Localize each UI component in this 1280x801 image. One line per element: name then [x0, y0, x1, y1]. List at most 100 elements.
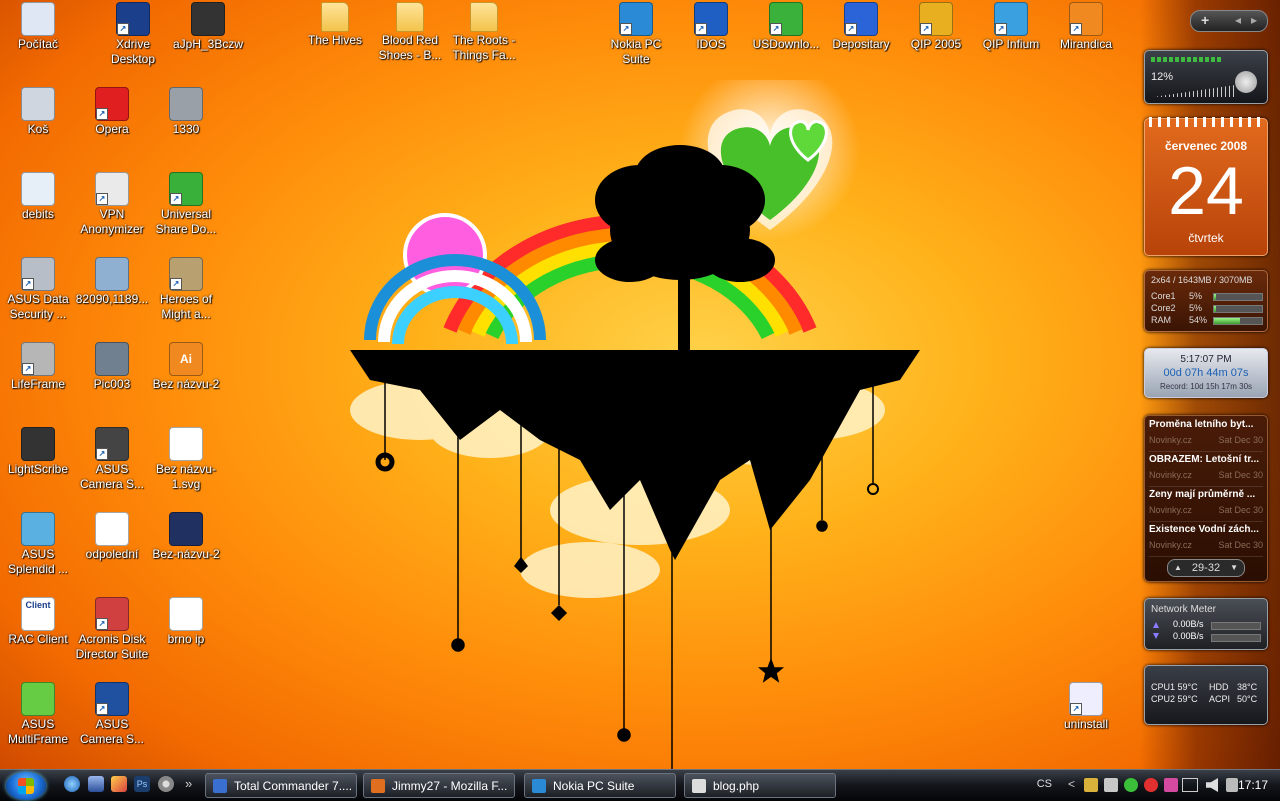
desktop-icon[interactable]: Blood Red Shoes - B...: [372, 2, 448, 63]
desktop-icon-image: ↗: [169, 257, 203, 291]
next-gadget-button[interactable]: ▸: [1251, 13, 1257, 27]
desktop-icon-label: Koš: [27, 122, 49, 136]
desktop-icon[interactable]: 1330: [148, 87, 224, 137]
tray-app-icon-3[interactable]: [1124, 778, 1138, 792]
taskbar-button[interactable]: Jimmy27 - Mozilla F...: [363, 773, 515, 798]
cpu-meter-gadget[interactable]: 2x64 / 1643MB / 3070MB Core1 5% Core2 5% RAM…: [1144, 270, 1268, 332]
desktop-icon[interactable]: 82090,1189...: [74, 257, 150, 307]
shortcut-arrow-icon: ↗: [695, 23, 707, 35]
desktop-icon[interactable]: ASUS Splendid ...: [0, 512, 76, 577]
desktop-icon-image: ↗: [95, 682, 129, 716]
language-indicator[interactable]: CS: [1037, 778, 1052, 790]
desktop-icon[interactable]: ↗ Opera: [74, 87, 150, 137]
calendar-month: červenec 2008: [1164, 139, 1248, 153]
desktop-icon[interactable]: Počítač: [0, 2, 76, 52]
add-gadget-button[interactable]: +: [1201, 12, 1209, 28]
prev-gadget-button[interactable]: ◂: [1235, 13, 1241, 27]
news-item[interactable]: Existence Vodní zách... Novinky.cz Sat Dec…: [1149, 524, 1263, 557]
tray-app-icon-4[interactable]: [1144, 778, 1158, 792]
tray-app-icon-1[interactable]: [1084, 778, 1098, 792]
clock[interactable]: 17:17: [1238, 778, 1268, 792]
desktop-icon-image: [191, 2, 225, 36]
desktop-icon[interactable]: Bez názvu-1.svg: [148, 427, 224, 492]
news-down-button[interactable]: ▼: [1230, 560, 1238, 576]
desktop-icon[interactable]: ↗ Universal Share Do...: [148, 172, 224, 237]
desktop-icon-image: ↗: [95, 172, 129, 206]
desktop-icon[interactable]: aJpH_3Bczw: [170, 2, 246, 52]
gear-quicklaunch-icon[interactable]: [158, 776, 174, 792]
desktop-icon[interactable]: ↗ QIP 2005: [898, 2, 974, 52]
desktop-icon-label: Bez názvu-2: [152, 377, 220, 391]
desktop-icon[interactable]: ↗ Acronis Disk Director Suite: [74, 597, 150, 662]
start-button[interactable]: [6, 772, 46, 800]
upload-bar: [1211, 622, 1261, 630]
uptime-gadget[interactable]: 5:17:07 PM 00d 07h 44m 07s Record: 10d 1…: [1144, 348, 1268, 398]
desktop-icon-label: Počítač: [17, 37, 59, 51]
desktop-icon[interactable]: Pic003: [74, 342, 150, 392]
desktop-icon[interactable]: Ai Bez názvu-2: [148, 342, 224, 392]
cpu-meter-label: RAM: [1151, 315, 1171, 325]
safely-remove-tray-icon[interactable]: [1226, 778, 1238, 792]
news-item[interactable]: OBRAZEM: Letošní tr... Novinky.cz Sat Dec …: [1149, 454, 1263, 487]
news-feed-gadget[interactable]: Proměna letního byt... Novinky.cz Sat Dec …: [1144, 415, 1268, 582]
taskbar-button[interactable]: Total Commander 7....: [205, 773, 357, 798]
desktop-icon[interactable]: ↗ uninstall: [1048, 682, 1124, 732]
desktop-icon[interactable]: ↗ QIP Infium: [973, 2, 1049, 52]
firefox-quicklaunch-icon[interactable]: [64, 776, 80, 792]
taskbar-button[interactable]: blog.php: [684, 773, 836, 798]
desktop-icon[interactable]: ↗ ASUS Camera S...: [74, 427, 150, 492]
network-meter-gadget[interactable]: Network Meter 0.00B/s 0.00B/s: [1144, 598, 1268, 650]
taskbar-button[interactable]: Nokia PC Suite: [524, 773, 676, 798]
desktop-icon-image: ↗: [844, 2, 878, 36]
desktop-icon-label: IDOS: [696, 37, 726, 51]
network-tray-icon[interactable]: [1182, 778, 1198, 792]
desktop-icon[interactable]: ↗ ASUS Camera S...: [74, 682, 150, 747]
desktop-icon[interactable]: Bez-názvu-2: [148, 512, 224, 562]
desktop-icon[interactable]: ↗ Mirandica: [1048, 2, 1124, 52]
volume-tray-icon[interactable]: [1206, 778, 1218, 792]
news-item-title: Proměna letního byt...: [1149, 419, 1254, 430]
photo-quicklaunch-icon[interactable]: [111, 776, 127, 792]
desktop-icon-label: 1330: [172, 122, 200, 136]
save-quicklaunch-icon[interactable]: [88, 776, 104, 792]
volume-led-row: [1151, 57, 1221, 62]
desktop-icon[interactable]: odpolední: [74, 512, 150, 562]
tray-app-icon-5[interactable]: [1164, 778, 1178, 792]
desktop-icon[interactable]: ↗ ASUS Data Security ...: [0, 257, 76, 322]
desktop-icon[interactable]: brno ip: [148, 597, 224, 647]
desktop-icon-label: Pic003: [93, 377, 131, 391]
desktop-icon[interactable]: Koš: [0, 87, 76, 137]
news-up-button[interactable]: ▲: [1174, 560, 1182, 576]
news-item[interactable]: Proměna letního byt... Novinky.cz Sat Dec …: [1149, 419, 1263, 452]
desktop-icon-image: ↗: [95, 87, 129, 121]
desktop-icon[interactable]: ↗ Nokia PC Suite: [598, 2, 674, 67]
desktop-icon[interactable]: ↗ VPN Anonymizer: [74, 172, 150, 237]
desktop-icon[interactable]: The Roots - Things Fa...: [446, 2, 522, 63]
desktop-icon-image: ↗: [919, 2, 953, 36]
desktop-icon[interactable]: debits: [0, 172, 76, 222]
shortcut-arrow-icon: ↗: [96, 108, 108, 120]
news-item[interactable]: Ženy mají průměrně ... Novinky.cz Sat Dec …: [1149, 489, 1263, 522]
desktop-icon-label: RAC Client: [8, 632, 68, 646]
tray-expand-button[interactable]: <: [1068, 777, 1075, 791]
desktop-icon[interactable]: ↗ IDOS: [673, 2, 749, 52]
speaker-icon[interactable]: [1235, 71, 1257, 93]
desktop-icon[interactable]: The Hives: [297, 2, 373, 48]
desktop-icon[interactable]: ↗ Depositary: [823, 2, 899, 52]
desktop-icon[interactable]: ↗ USDownlo...: [748, 2, 824, 52]
news-item-title: Existence Vodní zách...: [1149, 524, 1259, 535]
uptime-record: Record: 10d 15h 17m 30s: [1159, 382, 1253, 391]
desktop-icon[interactable]: ↗ Heroes of Might a...: [148, 257, 224, 322]
quicklaunch-overflow-button[interactable]: »: [185, 776, 192, 791]
desktop-icon[interactable]: ↗ LifeFrame: [0, 342, 76, 392]
desktop-icon[interactable]: ↗ Xdrive Desktop: [95, 2, 171, 67]
desktop-icon[interactable]: ASUS MultiFrame: [0, 682, 76, 747]
tray-app-icon-2[interactable]: [1104, 778, 1118, 792]
desktop-icon[interactable]: Client RAC Client: [0, 597, 76, 647]
volume-gadget[interactable]: 12%: [1144, 50, 1268, 104]
desktop-icon[interactable]: LightScribe: [0, 427, 76, 477]
temperature-gadget[interactable]: CPU1 59°C CPU2 59°C HDD 38°C ACPI 50°C: [1144, 665, 1268, 725]
photoshop-quicklaunch-icon[interactable]: Ps: [134, 776, 150, 792]
desktop-icon-image: ↗: [116, 2, 150, 36]
calendar-gadget[interactable]: červenec 2008 24 čtvrtek: [1144, 117, 1268, 256]
